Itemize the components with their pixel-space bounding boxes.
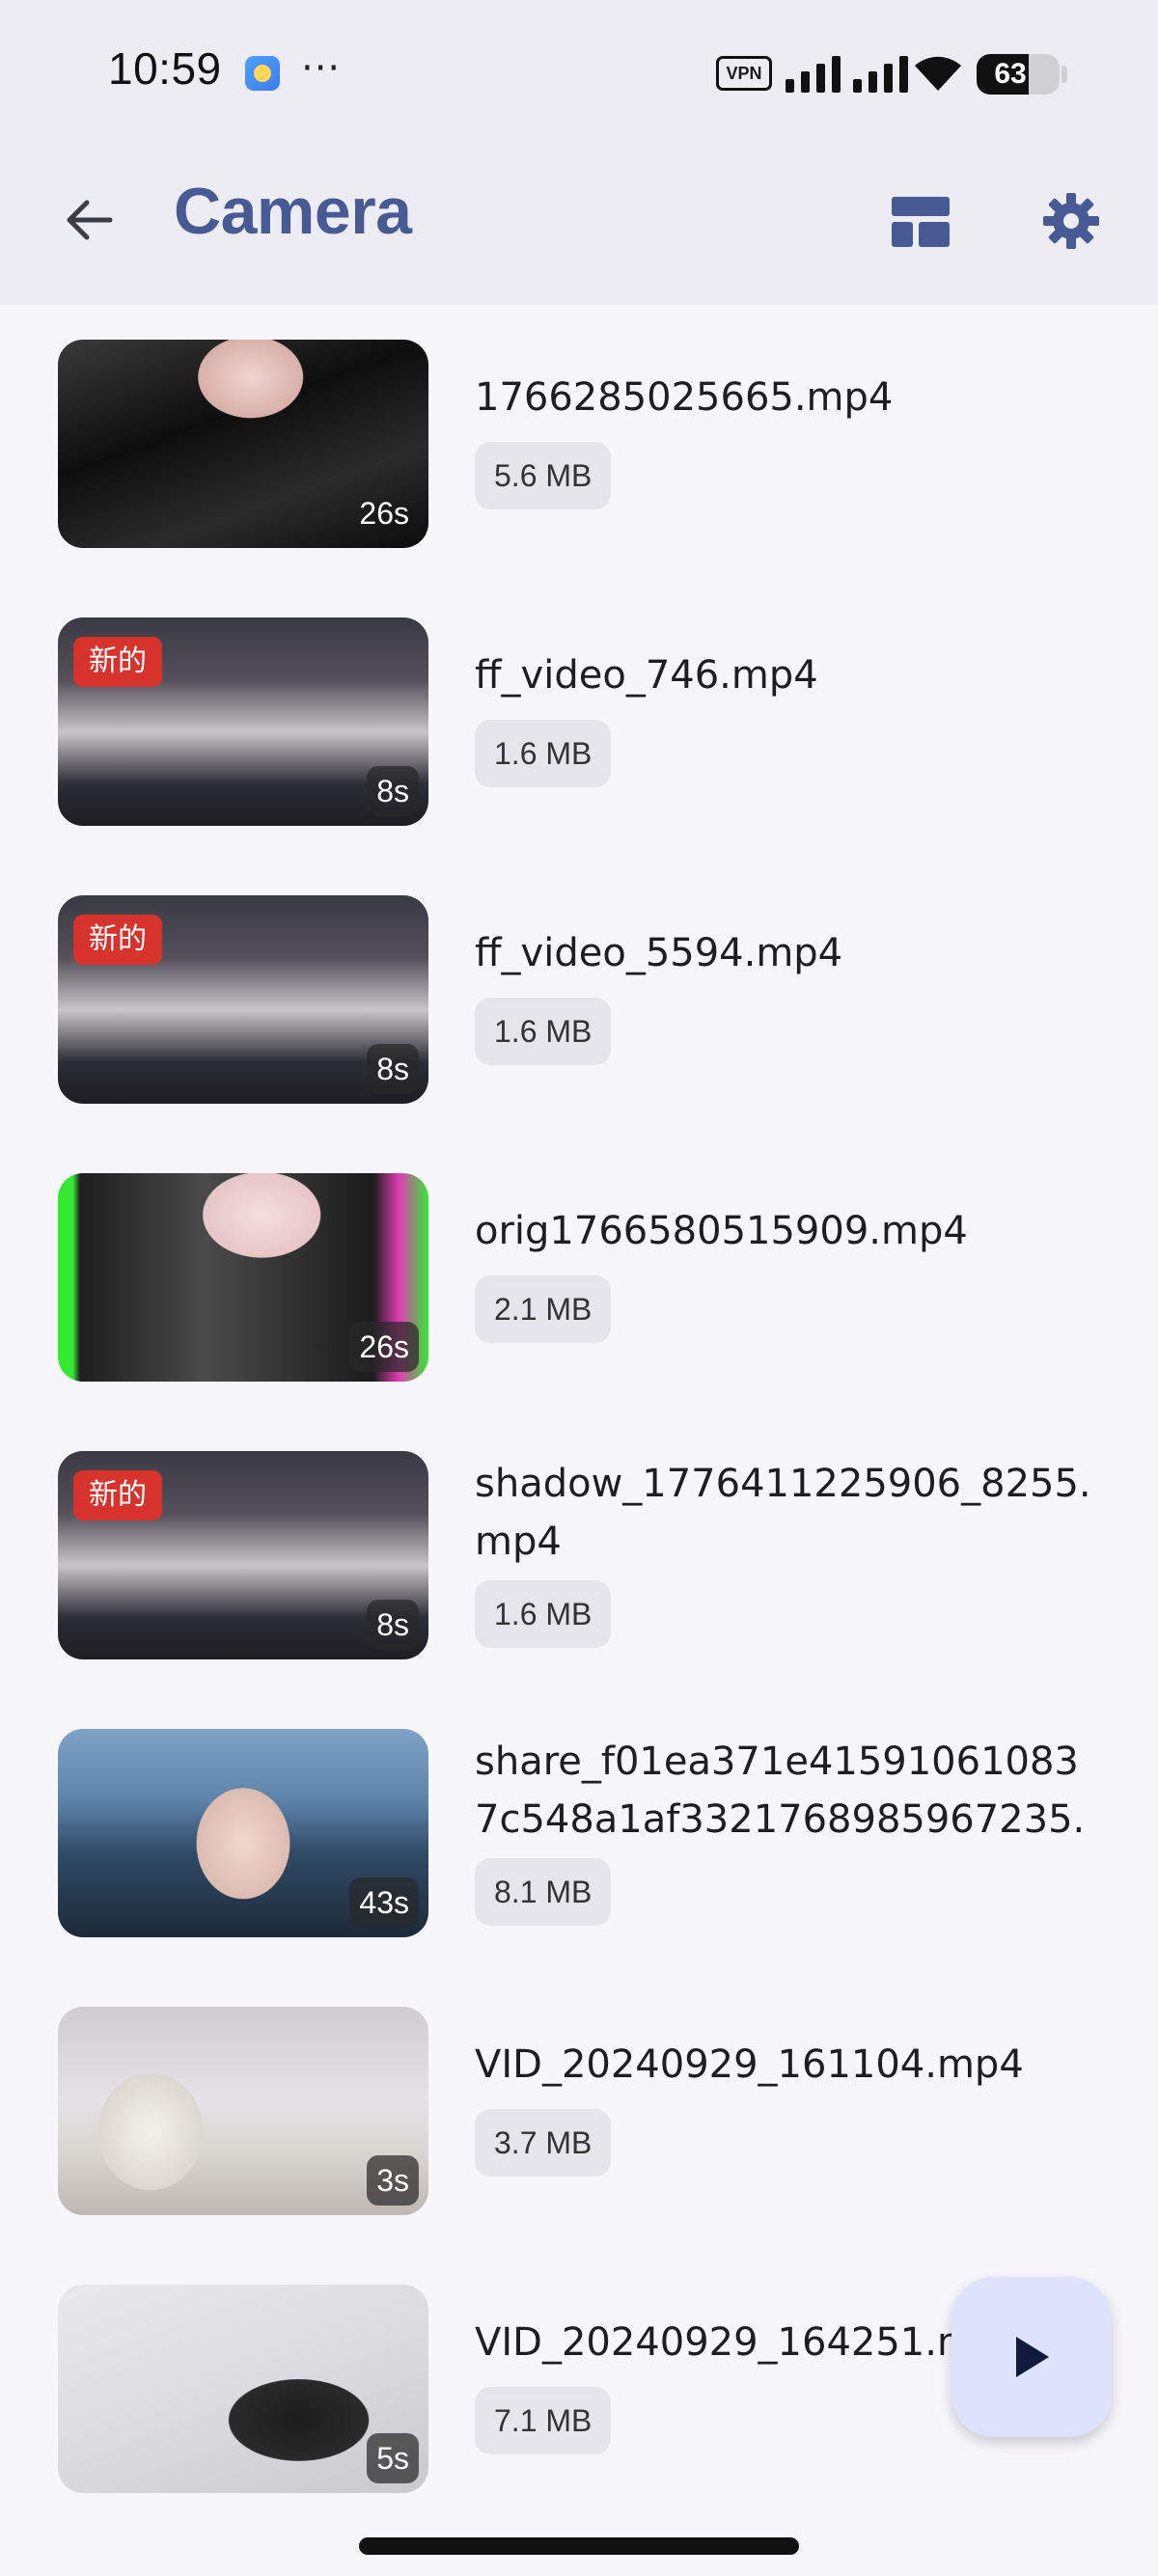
video-thumbnail[interactable]: 43s: [58, 1729, 428, 1937]
battery-icon: 63: [977, 54, 1060, 95]
status-time: 10:59: [108, 43, 222, 94]
grid-layout-icon: [892, 197, 950, 247]
gear-icon: [1043, 193, 1099, 249]
cellular-signal-2-icon: [853, 56, 908, 93]
video-thumbnail[interactable]: 新的 8s: [58, 617, 428, 826]
file-name: 1766285025665.mp4: [475, 375, 894, 420]
video-thumbnail[interactable]: 26s: [58, 340, 428, 548]
new-badge: 新的: [73, 915, 162, 965]
back-button[interactable]: [50, 181, 127, 259]
home-indicator[interactable]: [359, 2537, 799, 2555]
file-name: ff_video_5594.mp4: [475, 931, 843, 975]
file-name: VID_20240929_164251.mp4: [475, 2320, 977, 2365]
wifi-icon: [915, 56, 961, 91]
new-badge: 新的: [73, 637, 162, 687]
file-size-chip: 8.1 MB: [475, 1858, 612, 1926]
duration-badge: 26s: [349, 1322, 419, 1372]
layout-toggle-button[interactable]: [876, 183, 965, 260]
file-name: orig1766580515909.mp4: [475, 1209, 968, 1253]
file-size-chip: 1.6 MB: [475, 998, 612, 1065]
battery-level: 63: [994, 58, 1027, 90]
arrow-back-icon: [67, 200, 113, 240]
file-size-chip: 1.6 MB: [475, 720, 612, 787]
page-title: Camera: [174, 175, 412, 248]
file-name: VID_20240929_161104.mp4: [475, 2042, 1024, 2087]
file-size-chip: 3.7 MB: [475, 2109, 612, 2177]
video-thumbnail[interactable]: 新的 8s: [58, 895, 428, 1104]
duration-badge: 43s: [349, 1877, 419, 1928]
file-name: ff_video_746.mp4: [475, 653, 818, 698]
duration-badge: 26s: [359, 496, 409, 531]
battery-tip: [1062, 66, 1067, 83]
file-name: shadow_1776411225906_8255.mp4: [475, 1462, 1091, 1564]
video-thumbnail[interactable]: 26s: [58, 1173, 428, 1382]
notification-app-icon: [245, 56, 280, 91]
file-size-chip: 7.1 MB: [475, 2387, 612, 2454]
duration-badge: 8s: [367, 766, 419, 816]
status-bar: 10:59 ··· VPN 63: [0, 0, 1158, 145]
app-bar: Camera: [0, 145, 1158, 305]
file-size-chip: 2.1 MB: [475, 1275, 612, 1343]
cellular-signal-icon: [786, 56, 841, 93]
file-size-chip: 1.6 MB: [475, 1580, 612, 1648]
video-thumbnail[interactable]: 5s: [58, 2285, 428, 2493]
video-thumbnail[interactable]: 新的 8s: [58, 1451, 428, 1659]
duration-badge: 8s: [367, 1600, 419, 1650]
video-thumbnail[interactable]: 3s: [58, 2007, 428, 2215]
play-icon: [1016, 2337, 1049, 2377]
duration-badge: 3s: [367, 2155, 419, 2206]
more-notifications-icon: ···: [301, 46, 342, 91]
duration-badge: 8s: [367, 1044, 419, 1094]
duration-badge: 5s: [367, 2433, 419, 2483]
settings-button[interactable]: [1031, 179, 1112, 262]
vpn-icon: VPN: [716, 56, 772, 91]
file-size-chip: 5.6 MB: [475, 442, 612, 509]
new-badge: 新的: [73, 1470, 162, 1521]
play-fab-button[interactable]: [951, 2277, 1112, 2437]
